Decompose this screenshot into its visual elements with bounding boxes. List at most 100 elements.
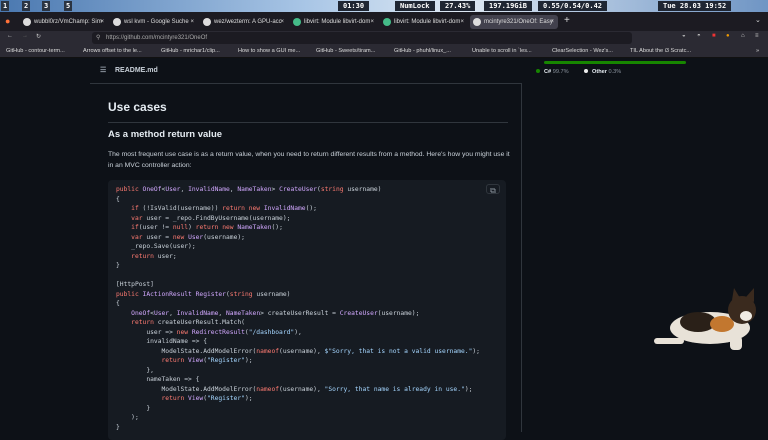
url-input[interactable]: ⚲ https://github.com/mcintyre321/OneOf bbox=[92, 32, 632, 44]
libvirt-icon bbox=[383, 18, 391, 26]
forward-icon[interactable]: → bbox=[22, 33, 28, 39]
libvirt-icon bbox=[293, 18, 301, 26]
code-line: }, bbox=[116, 366, 154, 374]
code-line: ); bbox=[116, 414, 139, 421]
code-line: invalidName => { bbox=[116, 338, 207, 345]
tab-bar: ● wubbl0rz/VmChamp: Sim × wsl kvm - Googl… bbox=[0, 12, 768, 31]
code-line: public OneOf<User, InvalidName, NameTake… bbox=[116, 186, 382, 193]
code-line: var user = new User(username); bbox=[131, 233, 245, 241]
cat-image bbox=[654, 288, 756, 350]
code-line: ModelState.AddModelError(nameof(username… bbox=[116, 385, 473, 393]
google-icon bbox=[113, 18, 121, 26]
cpu-usage: 27.43% bbox=[440, 1, 476, 11]
code-line: } bbox=[116, 404, 151, 412]
new-tab-button[interactable]: + bbox=[564, 15, 570, 26]
language-bar bbox=[544, 61, 686, 64]
workspace-2[interactable]: 2 bbox=[22, 1, 31, 11]
github-icon bbox=[203, 18, 211, 26]
bookmark[interactable]: Unable to scroll in `les... bbox=[472, 48, 532, 54]
reload-icon[interactable]: ↻ bbox=[36, 33, 41, 40]
code-line: if(user != null) return new NameTaken(); bbox=[131, 224, 283, 231]
copy-icon[interactable]: ⧉ bbox=[486, 184, 500, 195]
code-line: user => new RedirectResult("/dashboard")… bbox=[116, 328, 302, 336]
code-line: public IActionResult Register(string use… bbox=[116, 290, 291, 298]
workspace-5[interactable]: 5 bbox=[64, 1, 73, 11]
outline-icon[interactable]: ☰ bbox=[100, 58, 106, 84]
close-icon[interactable]: × bbox=[550, 15, 554, 29]
close-icon[interactable]: × bbox=[460, 15, 464, 29]
extension-icon[interactable]: ◓ bbox=[697, 33, 701, 39]
github-icon bbox=[473, 18, 481, 26]
code-line: _repo.Save(user); bbox=[116, 243, 196, 250]
dot-icon bbox=[584, 69, 588, 73]
tab[interactable]: libvirt: Module libvirt-dom × bbox=[290, 15, 378, 29]
tab-label: libvirt: Module libvirt-dom bbox=[304, 19, 371, 25]
bookmark[interactable]: TIL About the i3 Scratc... bbox=[630, 48, 691, 54]
language-csharp[interactable]: C# 99.7% bbox=[536, 69, 569, 75]
bookmark[interactable]: Arrows offset to the le... bbox=[83, 48, 142, 54]
close-icon[interactable]: × bbox=[370, 15, 374, 29]
code-line: { bbox=[116, 195, 120, 203]
firefox-icon[interactable]: ● bbox=[5, 16, 10, 26]
readme-title: README.md bbox=[115, 67, 158, 74]
tab[interactable]: wsl kvm - Google Suche × bbox=[110, 15, 198, 29]
pocket-icon[interactable]: ◒ bbox=[682, 33, 686, 39]
code-line: return user; bbox=[131, 252, 177, 260]
tab-label: mcintyre321/OneOf: Easy bbox=[484, 19, 553, 25]
clock: Tue 28.03 19:52 bbox=[658, 1, 732, 11]
tab-active[interactable]: mcintyre321/OneOf: Easy × bbox=[470, 15, 558, 29]
language-percent: 99.7% bbox=[552, 69, 569, 75]
bookmark[interactable]: GitHub - contour-term... bbox=[6, 48, 65, 54]
heading-method-return-value: As a method return value bbox=[108, 129, 223, 140]
bookmark[interactable]: GitHub - mrichar1/clip... bbox=[161, 48, 220, 54]
language-name: Other bbox=[592, 69, 607, 75]
back-icon[interactable]: ← bbox=[7, 33, 13, 39]
code-line: return createUserResult.Match( bbox=[131, 319, 245, 326]
bookmark[interactable]: How to show a GUI me... bbox=[238, 48, 300, 54]
language-percent: 0.3% bbox=[608, 69, 622, 75]
code-block[interactable]: ⧉ public OneOf<User, InvalidName, NameTa… bbox=[108, 180, 506, 440]
disk-free: 197.19GiB bbox=[484, 1, 532, 11]
navigation-bar: ← → ↻ ⚲ https://github.com/mcintyre321/On… bbox=[0, 31, 768, 45]
code-line: return View("Register"); bbox=[161, 395, 253, 402]
bookmark[interactable]: GitHub - Sweets/tiram... bbox=[316, 48, 375, 54]
tab[interactable]: libvirt: Module libvirt-dom × bbox=[380, 15, 468, 29]
more-bookmarks-icon[interactable]: » bbox=[756, 48, 759, 54]
code-line: } bbox=[116, 262, 120, 269]
dot-icon bbox=[536, 69, 540, 73]
bookmark[interactable]: ClearSelection - Wez's... bbox=[552, 48, 613, 54]
code-line: if (!IsValid(username)) return new Inval… bbox=[131, 205, 317, 212]
close-icon[interactable]: × bbox=[280, 15, 284, 29]
workspace-1[interactable]: 1 bbox=[1, 1, 10, 11]
menu-icon[interactable]: ≡ bbox=[755, 33, 759, 39]
code-line: nameTaken => { bbox=[116, 376, 200, 383]
code-line: { bbox=[116, 300, 120, 307]
search-icon: ⚲ bbox=[96, 35, 101, 41]
extension-icon[interactable]: ■ bbox=[712, 33, 716, 39]
tab[interactable]: wez/wezterm: A GPU-acc × bbox=[200, 15, 288, 29]
tab-label: libvirt: Module libvirt-dom bbox=[394, 19, 461, 25]
language-other[interactable]: Other 0.3% bbox=[584, 69, 621, 75]
timer: 01:30 bbox=[338, 1, 370, 11]
extensions-icon[interactable]: ⌂ bbox=[741, 33, 745, 39]
tab[interactable]: wubbl0rz/VmChamp: Sim × bbox=[20, 15, 108, 29]
desktop-panel: 1 2 3 5 01:30 NumLock 27.43% 197.19GiB 0… bbox=[0, 0, 768, 12]
code-line: ModelState.AddModelError(nameof(username… bbox=[116, 347, 480, 355]
tab-list-chevron-icon[interactable]: ⌄ bbox=[755, 16, 761, 24]
code-line: OneOf<User, InvalidName, NameTaken> crea… bbox=[131, 309, 420, 317]
readme-header: ☰ README.md bbox=[90, 58, 522, 84]
workspace-3[interactable]: 3 bbox=[42, 1, 51, 11]
close-icon[interactable]: × bbox=[190, 15, 194, 29]
code-line: var user = _repo.FindByUsername(username… bbox=[131, 214, 291, 222]
tab-label: wsl kvm - Google Suche bbox=[124, 19, 189, 25]
bookmarks-bar: GitHub - contour-term... Arrows offset t… bbox=[0, 45, 768, 58]
code-line: [HttpPost] bbox=[116, 281, 154, 288]
divider bbox=[108, 122, 508, 123]
extension-icon[interactable]: ● bbox=[726, 33, 730, 39]
bookmark[interactable]: GitHub - phuhl/linux_... bbox=[394, 48, 451, 54]
paragraph: The most frequent use case is as a retur… bbox=[108, 151, 510, 169]
tab-label: wubbl0rz/VmChamp: Sim bbox=[34, 19, 102, 25]
load-average: 0.55/0.54/0.42 bbox=[538, 1, 608, 11]
close-icon[interactable]: × bbox=[100, 15, 104, 29]
